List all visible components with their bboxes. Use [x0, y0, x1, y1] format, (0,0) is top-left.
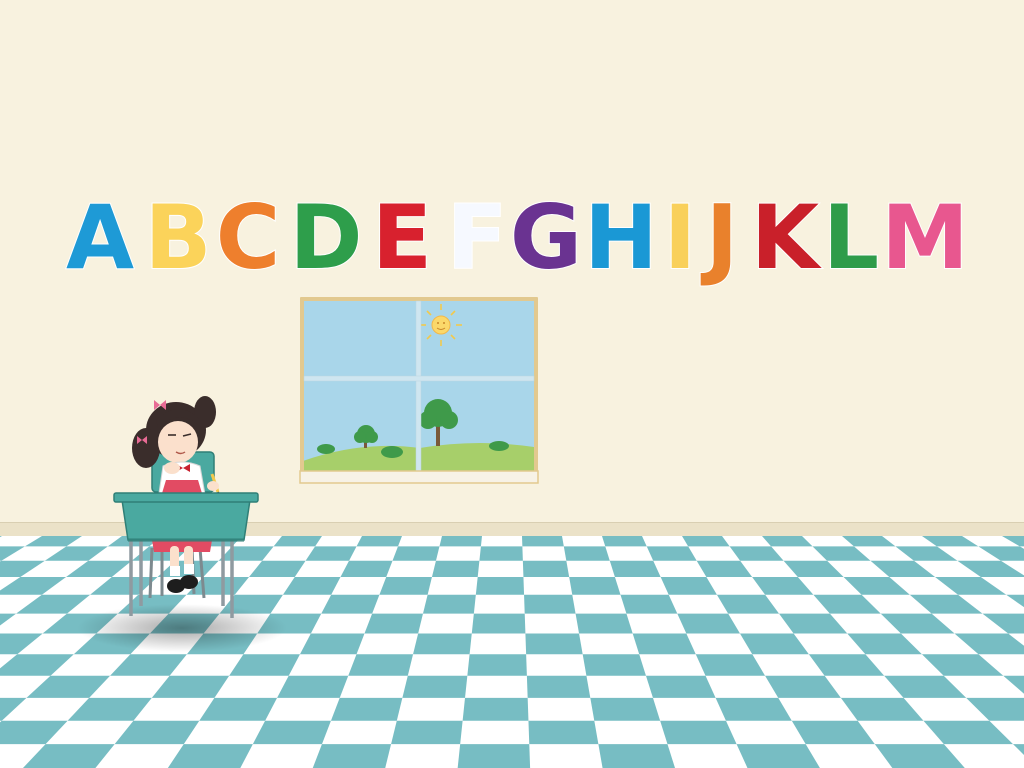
alphabet-letter-f[interactable]: F: [446, 185, 508, 290]
alphabet-letter-g[interactable]: G: [509, 185, 583, 290]
alphabet-letter-c[interactable]: C: [215, 185, 282, 290]
window-mullion-horizontal: [303, 375, 535, 382]
window-mullion-vertical: [415, 300, 422, 472]
alphabet-letter-l[interactable]: L: [822, 185, 880, 290]
window-sill: [299, 470, 539, 484]
alphabet-letter-e[interactable]: E: [371, 185, 433, 290]
alphabet-letter-i[interactable]: I: [663, 185, 698, 290]
alphabet-letter-k[interactable]: K: [750, 185, 823, 290]
alphabet-banner: ABCDEFGHIJKLM: [65, 185, 970, 290]
alphabet-letter-h[interactable]: H: [583, 185, 659, 290]
classroom-window: [299, 297, 539, 484]
alphabet-letter-b[interactable]: B: [143, 185, 212, 290]
alphabet-letter-m[interactable]: M: [880, 185, 970, 290]
checkered-floor: [0, 536, 1024, 768]
desk-shadow: [77, 604, 287, 652]
alphabet-letter-d[interactable]: D: [288, 185, 363, 290]
alphabet-letter-a[interactable]: A: [65, 185, 135, 290]
alphabet-letter-j[interactable]: J: [700, 185, 740, 290]
